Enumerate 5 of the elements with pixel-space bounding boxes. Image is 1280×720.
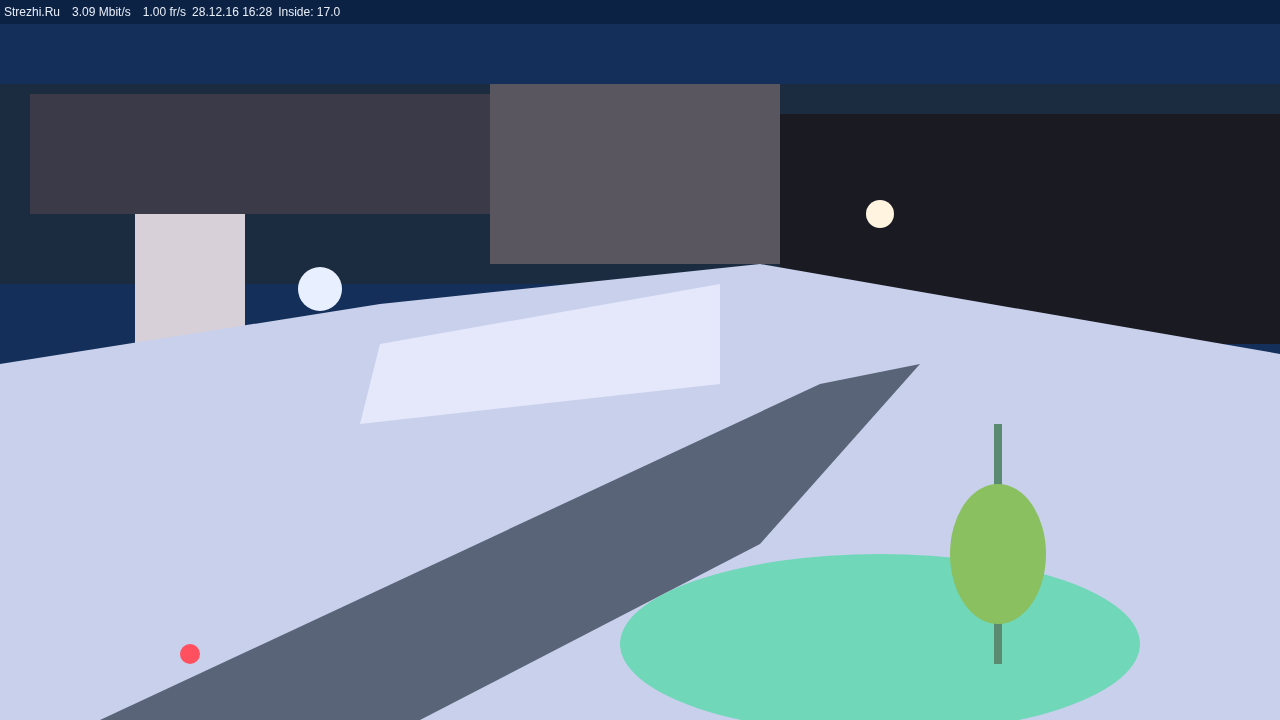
site-name: Strezhi.Ru — [4, 5, 61, 19]
frame-rate-reading: 1.00 fr/s — [142, 5, 187, 19]
temperature-reading: Inside: 17.0 — [278, 5, 341, 19]
bitrate-reading: 3.09 Mbit/s — [72, 5, 131, 19]
timestamp: 28.12.16 16:28 — [192, 5, 273, 19]
